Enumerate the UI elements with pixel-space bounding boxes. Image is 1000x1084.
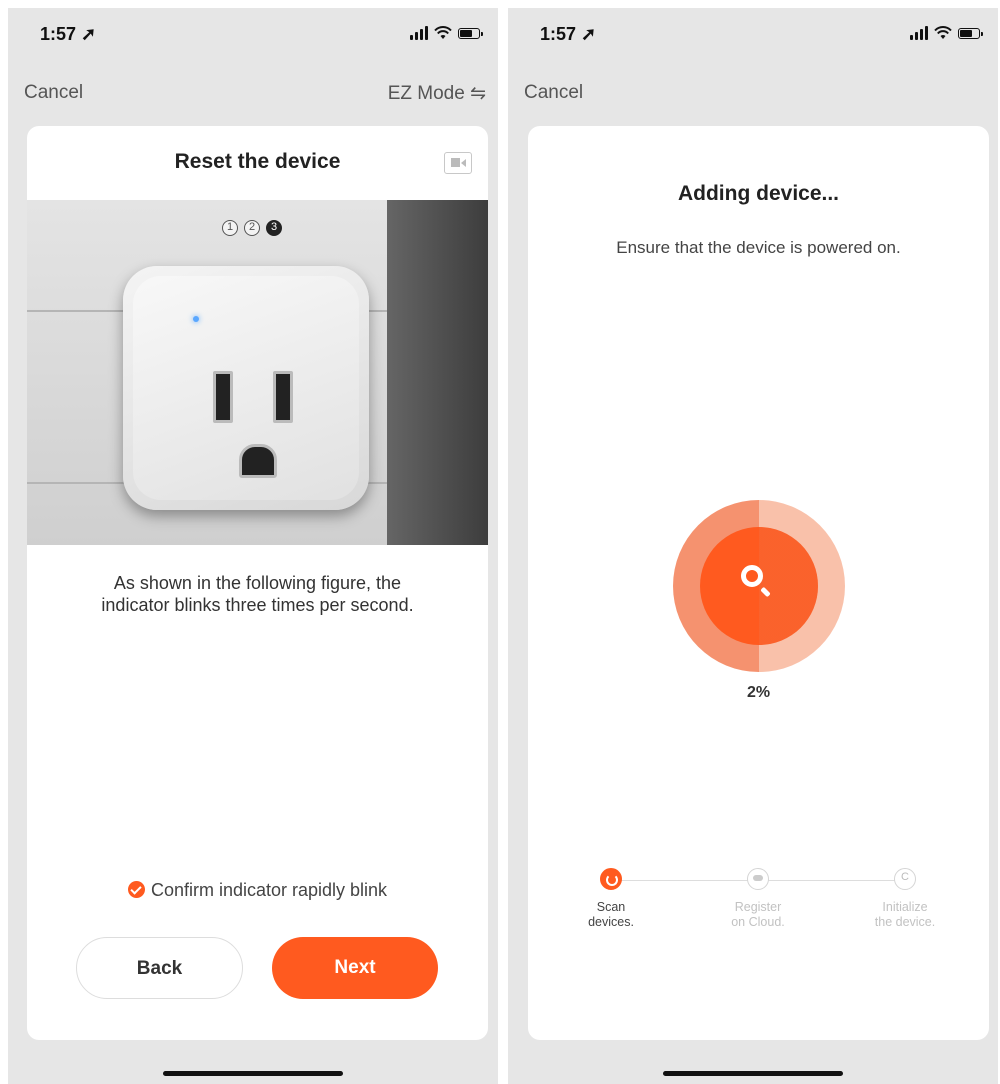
nav-bar: Cancel <box>508 76 998 112</box>
signal-icon <box>910 26 928 40</box>
adding-card: Adding device... Ensure that the device … <box>528 126 989 1040</box>
step-2: 2 <box>244 220 260 236</box>
adding-device-screen: 1:57 ➚ Cancel Adding device... Ensure th… <box>508 8 998 1084</box>
step-register-cloud: Register on Cloud. <box>703 864 813 930</box>
video-icon[interactable] <box>444 152 472 174</box>
device-photo: 1 2 3 <box>27 200 488 545</box>
card-title: Reset the device <box>174 150 341 173</box>
battery-icon <box>958 27 983 39</box>
instruction-line-1: As shown in the following figure, the <box>113 573 402 593</box>
cancel-button[interactable]: Cancel <box>524 82 583 104</box>
reset-card: Reset the device 1 2 3 As shown in the f… <box>27 126 488 1040</box>
confirm-checkbox[interactable]: Confirm indicator rapidly blink <box>27 880 488 901</box>
status-bar: 1:57 ➚ <box>508 8 998 60</box>
nav-bar: Cancel EZ Mode ⇋ <box>8 76 498 112</box>
step-label-line2: on Cloud. <box>731 915 785 929</box>
step-indicator: 1 2 3 <box>222 220 282 236</box>
step-3: 3 <box>266 220 282 236</box>
check-icon[interactable] <box>127 881 145 898</box>
reset-device-screen: 1:57 ➚ Cancel EZ Mode ⇋ Reset the device <box>8 8 498 1084</box>
spinner-icon <box>600 868 622 890</box>
step-1: 1 <box>222 220 238 236</box>
smart-plug-image <box>123 266 369 510</box>
step-label-line1: Scan <box>596 900 626 914</box>
adding-title: Adding device... <box>677 182 840 205</box>
wifi-icon <box>434 26 452 39</box>
step-label-line2: devices. <box>588 915 634 929</box>
progress-percent: 2% <box>746 684 771 701</box>
c-icon: C <box>894 868 916 890</box>
step-label-line1: Initialize <box>882 900 928 914</box>
step-scan-devices: Scan devices. <box>556 864 666 930</box>
battery-icon <box>458 27 483 39</box>
progress-stepper: Scan devices. Register on Cloud. C Initi… <box>528 864 989 954</box>
back-button[interactable]: Back <box>76 937 243 999</box>
status-icons <box>410 26 483 40</box>
step-initialize-device: C Initialize the device. <box>850 864 960 930</box>
progress-ring <box>673 500 845 672</box>
home-indicator <box>663 1071 843 1076</box>
next-button[interactable]: Next <box>272 937 438 999</box>
indicator-led <box>193 316 199 322</box>
status-bar: 1:57 ➚ <box>8 8 498 60</box>
wifi-icon <box>934 26 952 39</box>
adding-subtitle: Ensure that the device is powered on. <box>616 238 901 257</box>
home-indicator <box>163 1071 343 1076</box>
instruction-text: As shown in the following figure, the in… <box>57 572 458 616</box>
step-label-line2: the device. <box>874 915 936 929</box>
status-time: 1:57 ➚ <box>540 24 597 44</box>
status-icons <box>910 26 983 40</box>
signal-icon <box>410 26 428 40</box>
step-label-line1: Register <box>734 900 782 914</box>
status-time: 1:57 ➚ <box>40 24 97 44</box>
cancel-button[interactable]: Cancel <box>24 82 83 104</box>
cloud-icon <box>747 868 769 890</box>
search-icon <box>741 565 763 587</box>
ez-mode-toggle[interactable]: EZ Mode ⇋ <box>388 82 486 105</box>
instruction-line-2: indicator blinks three times per second. <box>101 595 414 615</box>
confirm-label: Confirm indicator rapidly blink <box>150 880 388 900</box>
